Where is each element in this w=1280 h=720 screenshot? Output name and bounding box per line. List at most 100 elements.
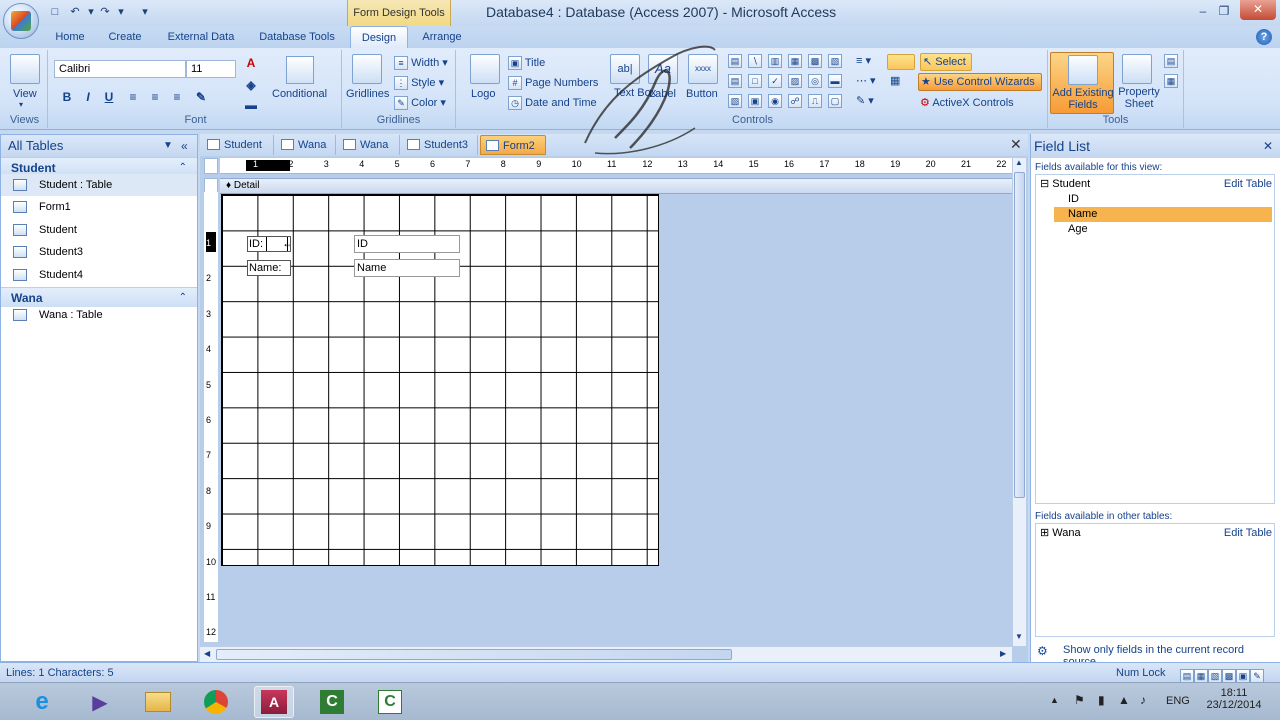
nav-item-form1[interactable]: Form1 [1, 196, 197, 218]
redo-dropdown-icon[interactable]: ▾ [114, 5, 128, 19]
help-icon[interactable]: ? [1256, 29, 1272, 45]
flag-icon[interactable]: ⚑ [1074, 693, 1085, 707]
unbound-frame-icon[interactable]: ▦ [788, 54, 802, 68]
attachment-icon[interactable]: ◎ [808, 74, 822, 88]
gridlines-button[interactable]: Gridlines [346, 88, 389, 100]
tab-external-data[interactable]: External Data [160, 26, 242, 48]
nav-dropdown-icon[interactable]: ▼ [163, 135, 173, 157]
image-icon[interactable]: ▥ [768, 54, 782, 68]
scroll-left-icon[interactable]: ◀ [204, 649, 210, 658]
field-item-selected[interactable]: Name [1054, 207, 1272, 222]
scroll-up-icon[interactable]: ▲ [1015, 158, 1023, 167]
network-icon[interactable]: ▲ [1118, 693, 1130, 707]
line-thickness-icon[interactable]: ≡ ▾ [856, 54, 871, 67]
scroll-down-icon[interactable]: ▼ [1015, 632, 1023, 641]
textbox-icon[interactable]: ab| [610, 54, 640, 84]
horizontal-scroll-thumb[interactable] [216, 649, 732, 660]
form-view-icon[interactable]: ▤ [1180, 669, 1194, 684]
conditional-button[interactable]: Conditional [272, 88, 327, 100]
horizontal-scrollbar[interactable]: ◀ ▶ [200, 646, 1012, 662]
label-icon[interactable]: Aa [648, 54, 678, 84]
list-box-icon[interactable]: ▤ [728, 74, 742, 88]
table-node-student[interactable]: ⊟ Student Edit Table [1040, 177, 1272, 192]
color-button[interactable]: ✎ Color ▾ [394, 96, 446, 111]
option-button-icon[interactable]: ◉ [768, 94, 782, 108]
page-break-icon[interactable]: ▬ [828, 74, 842, 88]
doc-tab-wana-form[interactable]: Wana [338, 135, 400, 155]
view-icon[interactable] [10, 54, 40, 84]
minimize-icon[interactable]: – [1192, 2, 1214, 20]
collapse-node-icon[interactable]: ⊟ [1040, 178, 1049, 190]
button-icon[interactable]: xxxx [688, 54, 718, 84]
office-button[interactable] [3, 3, 39, 39]
pivotchart-view-icon[interactable]: ▩ [1222, 669, 1236, 684]
combo-box-icon[interactable]: ▧ [728, 94, 742, 108]
field-item[interactable]: ID [1068, 192, 1272, 207]
save-icon[interactable]: □ [48, 5, 62, 19]
select-button[interactable]: ↖ Select [920, 53, 972, 71]
clock[interactable]: 18:11 23/12/2014 [1206, 687, 1262, 711]
italic-icon[interactable]: I [79, 88, 97, 106]
add-existing-fields-button[interactable]: Add Existing Fields [1050, 52, 1114, 114]
title-button[interactable]: ▣ Title [508, 56, 545, 70]
id-label-control[interactable]: ID: ↔ [247, 236, 291, 252]
vertical-ruler[interactable]: 1 2 3 4 5 6 7 8 9 10 11 12 [204, 192, 218, 642]
nav-item-student-table[interactable]: Student : Table [1, 174, 197, 196]
form-design-grid[interactable]: ID: ↔ ID Name: Name [221, 194, 659, 566]
use-control-wizards-button[interactable]: ★ Use Control Wizards [918, 73, 1042, 91]
detail-section-bar[interactable]: ♦ Detail [220, 178, 1012, 194]
form-selector[interactable] [204, 158, 218, 174]
line-type-icon[interactable]: ⋯ ▾ [856, 74, 876, 87]
tray-expand-icon[interactable]: ▲ [1050, 695, 1059, 705]
convert-macros-icon[interactable]: ▦ [1164, 74, 1178, 88]
property-sheet-icon[interactable] [1122, 54, 1152, 84]
alternate-fill-icon[interactable]: ▬ [242, 96, 260, 114]
date-time-button[interactable]: ◷ Date and Time [508, 96, 597, 110]
chrome-icon[interactable] [196, 686, 236, 718]
internet-explorer-icon[interactable]: e [22, 686, 62, 718]
close-icon[interactable]: ✕ [1240, 0, 1276, 20]
align-center-icon[interactable]: ≡ [146, 88, 164, 106]
nav-pane-header[interactable]: All Tables ▼ « [1, 135, 197, 157]
tab-database-tools[interactable]: Database Tools [252, 26, 342, 48]
font-size-combo[interactable]: 11 [186, 60, 236, 78]
special-effect-icon[interactable]: ▦ [890, 74, 900, 87]
tab-home[interactable]: Home [48, 26, 92, 48]
chart-icon[interactable]: ▩ [808, 54, 822, 68]
nav-item-student4[interactable]: Student4 [1, 264, 197, 286]
restore-icon[interactable]: ❐ [1213, 2, 1235, 20]
edit-table-link[interactable]: Edit Table [1224, 526, 1272, 541]
datasheet-view-icon[interactable]: ▦ [1194, 669, 1208, 684]
format-painter-icon[interactable]: ✎ [192, 88, 210, 106]
name-textbox-control[interactable]: Name [354, 259, 460, 277]
table-node-wana[interactable]: ⊞ Wana Edit Table [1040, 526, 1272, 541]
doc-tab-form2[interactable]: Form2 [480, 135, 546, 155]
width-button[interactable]: ≡ Width ▾ [394, 56, 448, 71]
id-textbox-control[interactable]: ID [354, 235, 460, 253]
undo-dropdown-icon[interactable]: ▾ [84, 5, 98, 19]
camtasia-recorder-icon[interactable]: C [370, 686, 410, 718]
shutter-bar-icon[interactable]: « [181, 135, 188, 157]
paperclip-icon[interactable]: ⎍ [808, 94, 822, 108]
redo-icon[interactable]: ↷ [98, 5, 112, 19]
doc-tab-student[interactable]: Student [202, 135, 274, 155]
language-indicator[interactable]: ENG [1166, 695, 1190, 707]
vertical-scrollbar[interactable]: ▲ ▼ [1012, 158, 1026, 646]
nav-item-wana-table[interactable]: Wana : Table [1, 304, 197, 326]
gridlines-icon[interactable] [352, 54, 382, 84]
logo-icon[interactable] [470, 54, 500, 84]
underline-icon[interactable]: U [100, 88, 118, 106]
doc-tab-student3[interactable]: Student3 [402, 135, 478, 155]
nav-item-student[interactable]: Student [1, 219, 197, 241]
tab-control-icon[interactable]: ▤ [728, 54, 742, 68]
logo-button[interactable]: Logo [471, 88, 495, 100]
subform-icon[interactable]: ▧ [828, 54, 842, 68]
font-color-icon[interactable]: A [242, 54, 260, 72]
camtasia-icon[interactable]: C [312, 686, 352, 718]
doc-tab-wana[interactable]: Wana [276, 135, 336, 155]
file-explorer-icon[interactable] [138, 686, 178, 718]
access-app-icon[interactable]: A [254, 686, 294, 718]
view-code-icon[interactable]: ▤ [1164, 54, 1178, 68]
nav-item-student3[interactable]: Student3 [1, 241, 197, 263]
bold-icon[interactable]: B [58, 88, 76, 106]
